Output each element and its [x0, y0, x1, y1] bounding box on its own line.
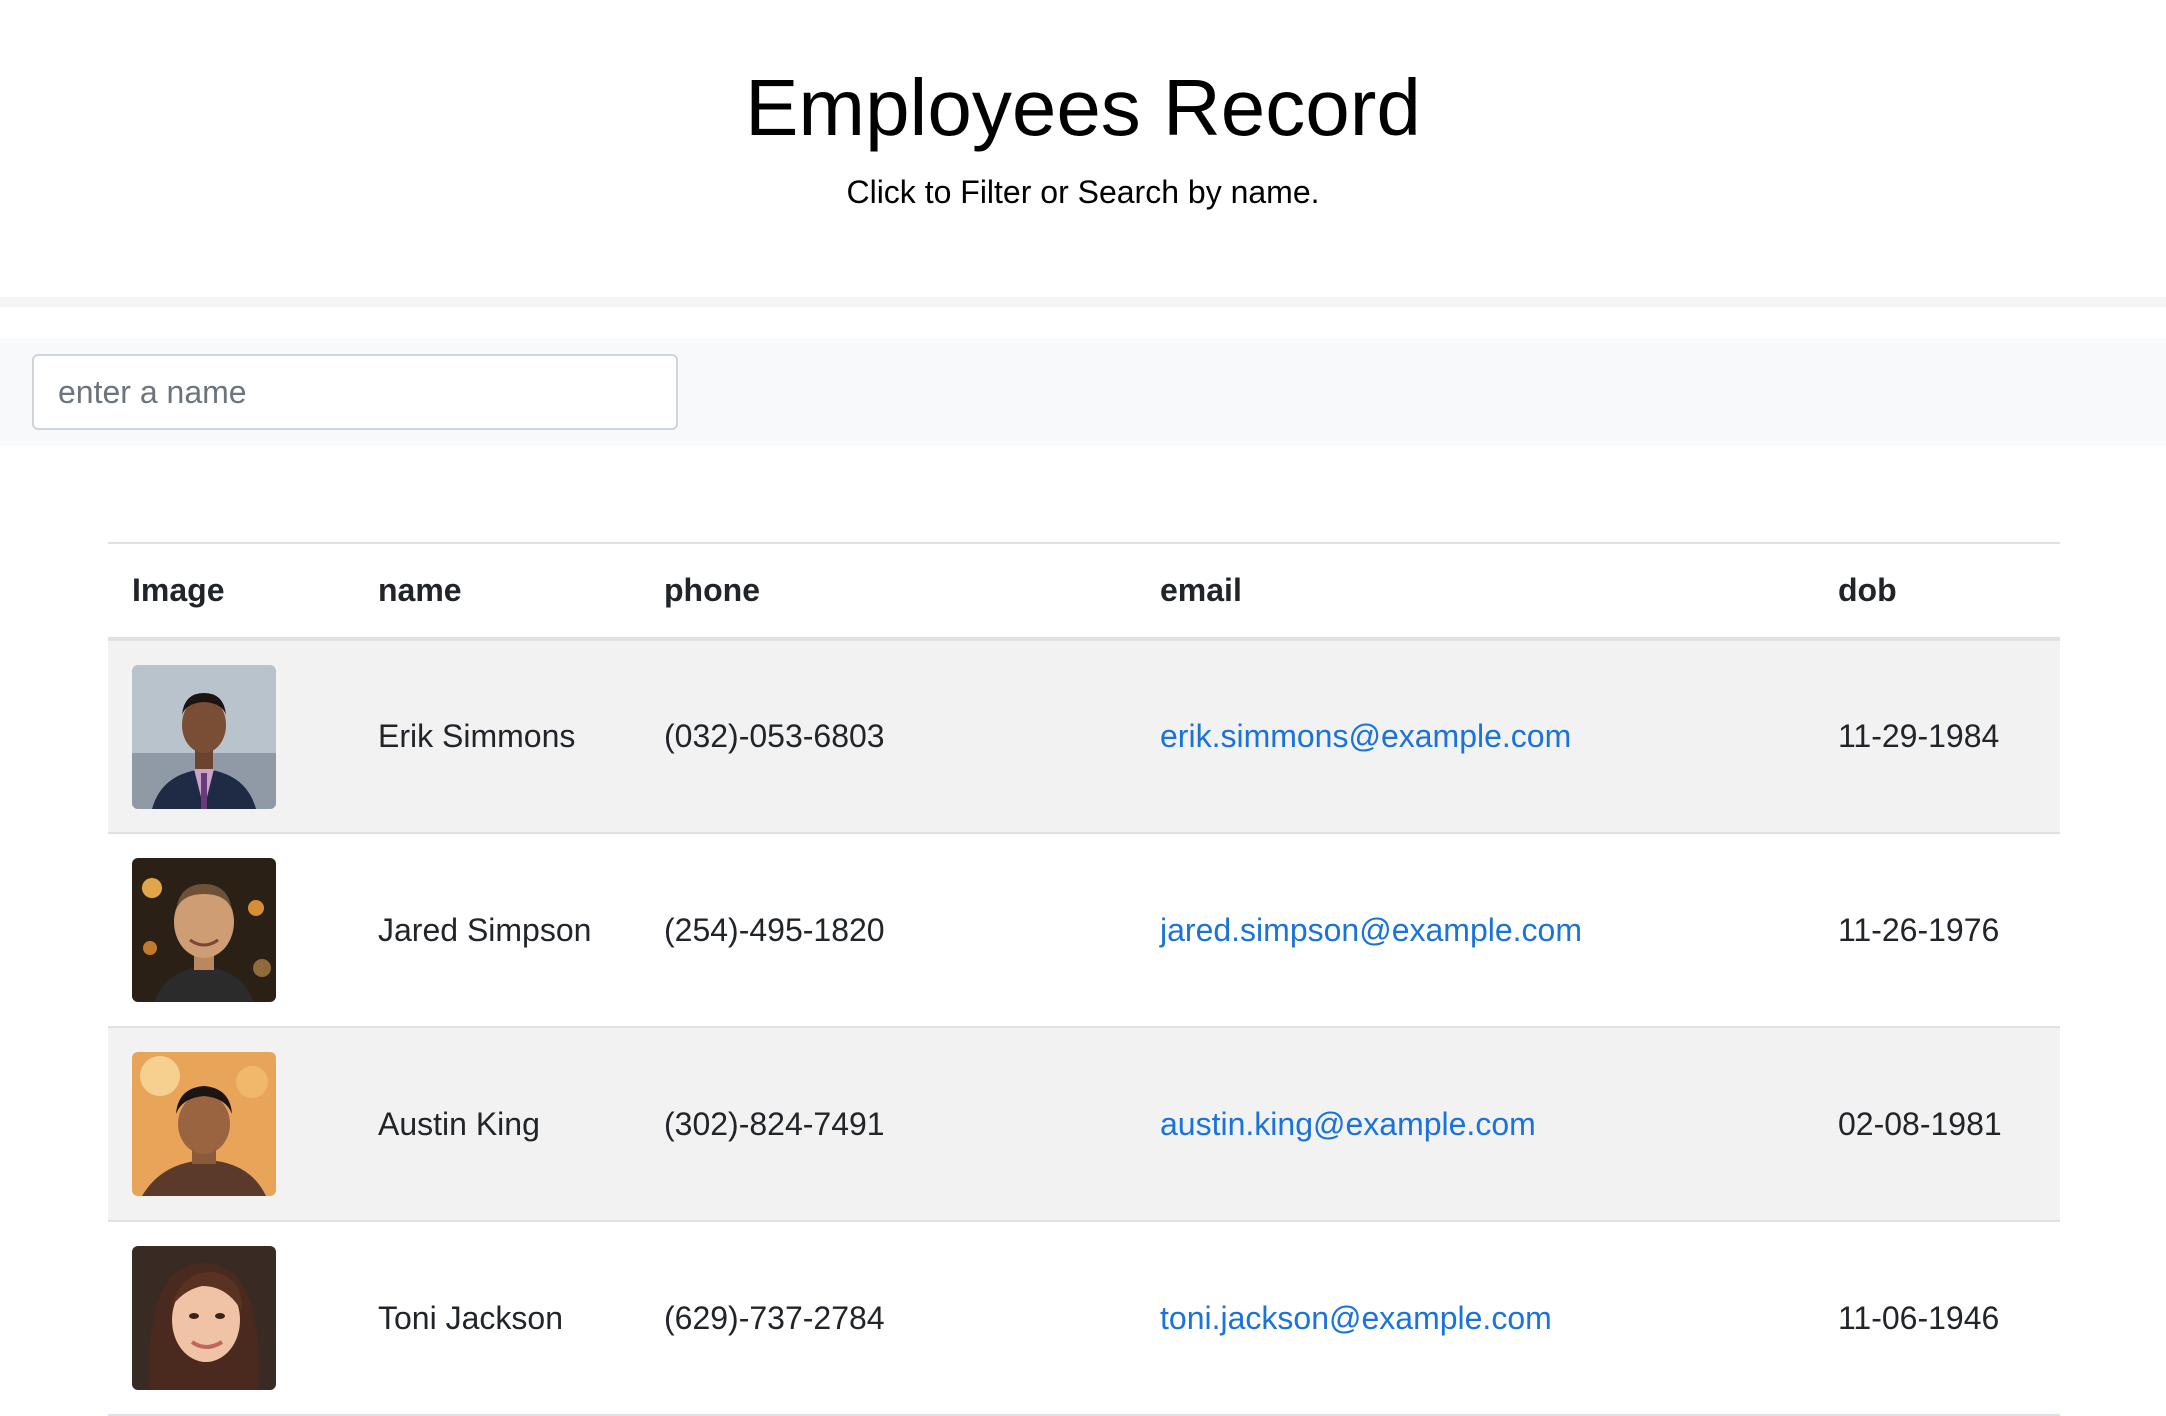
phone-cell: (032)-053-6803 [664, 718, 885, 754]
column-header-dob[interactable]: dob [1814, 543, 2060, 639]
email-cell: jared.simpson@example.com [1136, 833, 1814, 1027]
email-link[interactable]: toni.jackson@example.com [1160, 1300, 1552, 1336]
dob-cell: 11-06-1946 [1838, 1299, 2000, 1336]
column-header-image[interactable]: Image [108, 543, 354, 639]
table-row: Jared Simpson (254)-495-1820 jared.simps… [108, 833, 2060, 1027]
page-title: Employees Record [745, 63, 1421, 152]
table-header: Image name phone email dob [108, 543, 2060, 639]
employee-table: Image name phone email dob Erik Simmons … [108, 542, 2060, 1416]
avatar [132, 664, 276, 809]
email-cell: erik.simmons@example.com [1136, 639, 1814, 833]
table-row: Toni Jackson (629)-737-2784 toni.jackson… [108, 1221, 2060, 1415]
phone-cell: (254)-495-1820 [664, 911, 885, 948]
avatar [132, 1246, 276, 1390]
email-link[interactable]: erik.simmons@example.com [1160, 718, 1571, 754]
email-link[interactable]: jared.simpson@example.com [1160, 912, 1582, 948]
image-cell [108, 639, 354, 833]
name-cell: Toni Jackson [378, 1299, 563, 1336]
name-cell: Jared Simpson [378, 911, 592, 948]
column-header-phone[interactable]: phone [640, 543, 1136, 639]
image-cell [108, 1027, 354, 1221]
table-row: Erik Simmons (032)-053-6803 erik.simmons… [108, 639, 2060, 833]
email-cell: austin.king@example.com [1136, 1027, 1814, 1221]
employee-table-container: Image name phone email dob Erik Simmons … [108, 542, 2060, 1416]
table-header-row: Image name phone email dob [108, 543, 2060, 639]
column-header-email[interactable]: email [1136, 543, 1814, 639]
phone-cell: (302)-824-7491 [664, 1105, 885, 1142]
search-bar [0, 338, 2166, 446]
avatar [132, 858, 276, 1002]
table-body: Erik Simmons (032)-053-6803 erik.simmons… [108, 639, 2060, 1415]
phone-cell: (629)-737-2784 [664, 1299, 885, 1336]
name-cell: Austin King [378, 1105, 540, 1142]
name-cell: Erik Simmons [378, 718, 576, 754]
avatar [132, 1052, 276, 1196]
email-cell: toni.jackson@example.com [1136, 1221, 1814, 1415]
search-input[interactable] [32, 354, 678, 430]
table-row: Austin King (302)-824-7491 austin.king@e… [108, 1027, 2060, 1221]
page-header: Employees Record Click to Filter or Sear… [0, 0, 2166, 307]
image-cell [108, 1221, 354, 1415]
dob-cell: 02-08-1981 [1838, 1105, 2002, 1142]
dob-cell: 11-26-1976 [1838, 911, 2000, 948]
image-cell [108, 833, 354, 1027]
page-subtitle: Click to Filter or Search by name. [846, 174, 1320, 210]
dob-cell: 11-29-1984 [1838, 718, 2000, 754]
email-link[interactable]: austin.king@example.com [1160, 1106, 1536, 1142]
column-header-name[interactable]: name [354, 543, 640, 639]
